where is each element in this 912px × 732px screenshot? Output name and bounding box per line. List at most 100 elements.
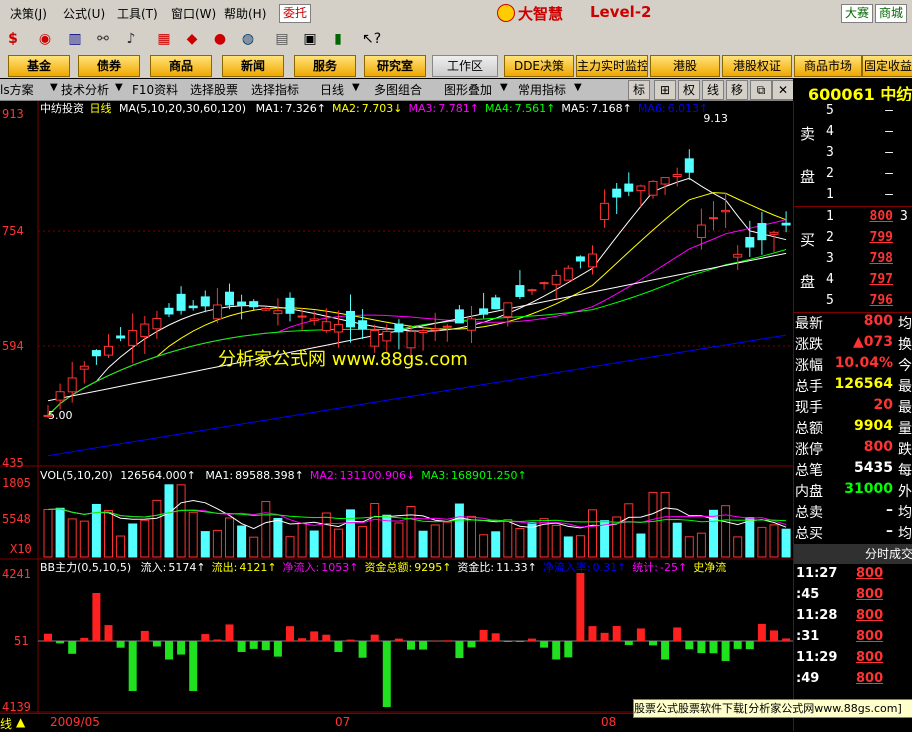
dde-button[interactable]: DDE决策 (504, 55, 574, 77)
money-flow-bar (697, 641, 705, 653)
contest-button[interactable]: 大赛 (841, 4, 873, 23)
buy-level-row[interactable]: 5796 (794, 293, 912, 314)
legend-value: 7.326↑ (285, 102, 326, 115)
commodity-market-button[interactable]: 商品市场 (794, 55, 862, 77)
volume-bar (697, 533, 705, 557)
stat-value: 31000 (834, 481, 893, 497)
buy-level-row[interactable]: 3798 (794, 251, 912, 272)
brand-level: Level-2 (590, 3, 652, 21)
menu-tools[interactable]: 工具(T) (117, 5, 158, 22)
stat-tail-label: 量 (898, 418, 912, 438)
tab-overlay[interactable]: 图形叠加 (444, 81, 492, 98)
menu-decision[interactable]: 决策(J) (10, 5, 47, 22)
candle-body (419, 331, 427, 333)
binoculars-icon[interactable]: ⚯ (94, 30, 112, 48)
speaker-icon[interactable]: ♪ (122, 30, 140, 48)
news-button[interactable]: 新闻 (222, 55, 284, 77)
stat-row: 总买–均 (794, 523, 912, 544)
commodity-button[interactable]: 商品 (150, 55, 212, 77)
sell-level-row[interactable]: 4– (794, 124, 912, 145)
eye-icon[interactable]: ◉ (36, 30, 54, 48)
entrust-button[interactable]: 委托 (279, 4, 311, 23)
rights-button[interactable]: 权 (678, 80, 700, 100)
fixed-income-button[interactable]: 固定收益 (862, 55, 912, 77)
money-flow-bar (213, 639, 221, 641)
tab-arrow-icon[interactable]: ▼ (50, 82, 58, 93)
sell-level-row[interactable]: 2– (794, 166, 912, 187)
tab-f10[interactable]: F10资料 (132, 81, 178, 98)
bond-button[interactable]: 债券 (78, 55, 140, 77)
dollar-icon[interactable]: $ (4, 30, 22, 48)
tab-select-indicator[interactable]: 选择指标 (251, 81, 299, 98)
restore-button[interactable]: ⧉ (750, 80, 772, 100)
workspace-button[interactable]: 工作区 (432, 55, 498, 77)
legend-value: 168901.250↑ (451, 469, 527, 482)
tab-arrow-icon[interactable]: ▼ (500, 82, 508, 93)
tab-arrow-icon[interactable]: ▼ (115, 82, 123, 93)
money-flow-bar (371, 635, 379, 641)
tab-scheme[interactable]: ls方案 (0, 81, 34, 98)
buy-level-row[interactable]: 4797 (794, 272, 912, 293)
volume-bar (685, 537, 693, 557)
mall-button[interactable]: 商城 (875, 4, 907, 23)
print-icon[interactable]: ▤ (273, 30, 291, 48)
sell-level-row[interactable]: 1– (794, 187, 912, 208)
tab-common-indicator[interactable]: 常用指标 (518, 81, 566, 98)
y-tick-3: 594 (2, 339, 24, 353)
bars-icon[interactable]: ▥ (66, 30, 84, 48)
promo-banner[interactable]: 股票公式股票软件下载[分析家公式网www.88gs.com] (633, 699, 912, 718)
fund-button[interactable]: 基金 (8, 55, 70, 77)
money-flow-bar (649, 641, 657, 645)
sell-level-row[interactable]: 5– (794, 103, 912, 124)
tick-time: :49 (796, 671, 819, 686)
stat-label: 总卖 (795, 502, 823, 522)
mark-button[interactable]: 标 (628, 80, 650, 100)
candle-body (455, 310, 463, 323)
diamond-icon[interactable]: ◆ (183, 30, 201, 48)
books-icon[interactable]: ▮ (329, 30, 347, 48)
tab-arrow-icon[interactable]: ▼ (574, 82, 582, 93)
tab-daily[interactable]: 日线 (320, 81, 344, 98)
money-flow-bar (177, 641, 185, 655)
candle-body (347, 311, 355, 326)
stat-row: 总额9904量 (794, 418, 912, 439)
buy-level-row[interactable]: 18003 (794, 209, 912, 230)
menu-formula[interactable]: 公式(U) (63, 5, 105, 22)
bb-legend: BB主力(0,5,10,5) 流入:5174↑流出:4121↑净流入:1053↑… (40, 560, 726, 574)
circle-icon[interactable]: ● (211, 30, 229, 48)
research-button[interactable]: 研究室 (364, 55, 426, 77)
tab-multi-chart[interactable]: 多图组合 (374, 81, 422, 98)
line-button[interactable]: 线 (702, 80, 724, 100)
candle-body (528, 290, 536, 291)
move-button[interactable]: 移 (726, 80, 748, 100)
tab-technical[interactable]: 技术分析 (61, 81, 109, 98)
tab-select-stock[interactable]: 选择股票 (190, 81, 238, 98)
main-monitor-button[interactable]: 主力实时监控 (576, 55, 648, 77)
menu-window[interactable]: 窗口(W) (171, 5, 216, 22)
chart-icon[interactable]: ▦ (155, 30, 173, 48)
volume-bar (177, 485, 185, 557)
tick-time: :31 (796, 629, 819, 644)
service-button[interactable]: 服务 (294, 55, 356, 77)
screen-icon[interactable]: ▣ (301, 30, 319, 48)
legend-name: 资金总额: (364, 560, 412, 574)
hk-stock-button[interactable]: 港股 (650, 55, 720, 77)
hk-warrant-button[interactable]: 港股权证 (722, 55, 792, 77)
globe-icon[interactable]: ◍ (239, 30, 257, 48)
level-price: – (846, 187, 893, 202)
money-flow-bar (468, 641, 476, 647)
tab-arrow-icon[interactable]: ▼ (352, 82, 360, 93)
volume-bar (322, 513, 330, 557)
money-flow-bar (601, 633, 609, 641)
candle-body (286, 298, 294, 313)
menu-help[interactable]: 帮助(H) (224, 5, 266, 22)
close-chart-button[interactable]: ✕ (772, 80, 794, 100)
money-flow-bar (201, 634, 209, 641)
grid-button[interactable]: ⊞ (654, 80, 676, 100)
volume-bar (407, 506, 415, 557)
buy-level-row[interactable]: 2799 (794, 230, 912, 251)
scroll-left-icon[interactable]: ▲ (16, 715, 25, 729)
sell-level-row[interactable]: 3– (794, 145, 912, 166)
help-cursor-icon[interactable]: ↖? (362, 30, 380, 48)
kline-chart[interactable]: 913 754 594 435 中纺投资 日线 MA(5,10,20,30,60… (0, 101, 793, 713)
